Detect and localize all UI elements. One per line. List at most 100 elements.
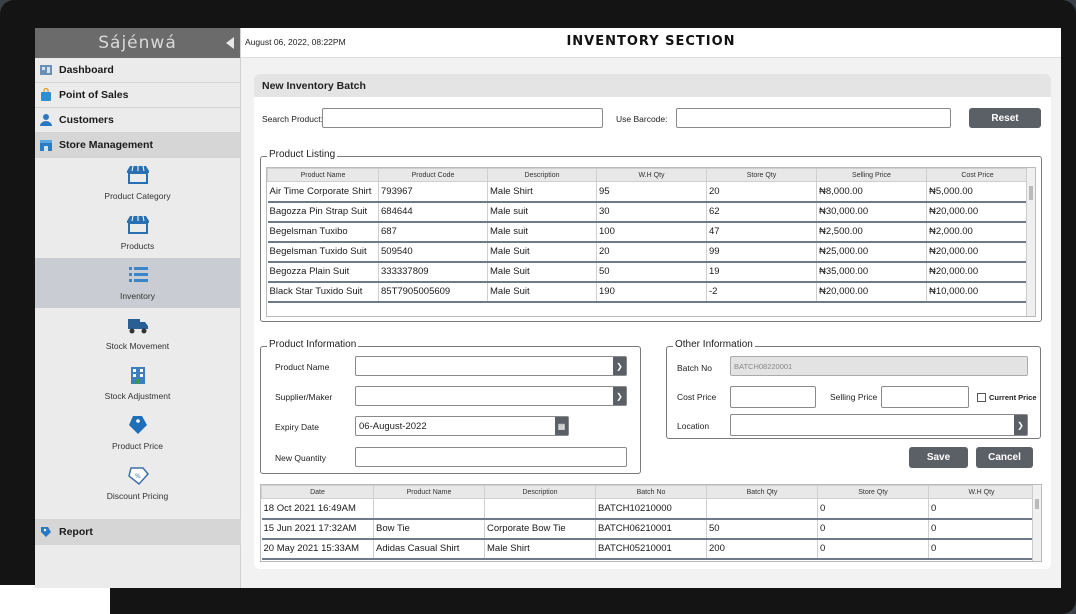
- column-header[interactable]: Store Qty: [706, 168, 817, 182]
- listing-scrollbar[interactable]: [1026, 168, 1035, 316]
- supplier-select[interactable]: ❯: [355, 386, 627, 406]
- storefront-icon: [126, 165, 149, 184]
- sidebar-subitem-product-category[interactable]: Product Category: [35, 158, 240, 208]
- chevron-down-icon: ❯: [613, 357, 626, 375]
- truck-icon: [127, 319, 148, 334]
- product-listing-row[interactable]: Bagozza Pin Strap Suit 684644 Male suit 30 6…: [267, 201, 1029, 223]
- table-cell: ₦5,000.00: [926, 181, 1029, 203]
- column-header[interactable]: W.H Qty: [596, 168, 707, 182]
- table-cell: 15 Jun 2021 17:32AM: [261, 518, 374, 540]
- table-cell: ₦25,000.00: [816, 241, 927, 263]
- table-cell: BATCH06210001: [595, 518, 707, 540]
- search-product-input[interactable]: [322, 108, 603, 128]
- table-cell: ₦20,000.00: [926, 261, 1029, 283]
- header-bar: INVENTORY SECTION August 06, 2022, 08:22…: [241, 28, 1061, 58]
- supplier-label: Supplier/Maker: [275, 392, 333, 402]
- column-header[interactable]: Batch Qty: [706, 485, 818, 499]
- table-cell: Adidas Casual Shirt: [373, 538, 485, 560]
- sidebar-item-store-management[interactable]: Store Management: [35, 133, 240, 158]
- column-header[interactable]: Product Name: [373, 485, 485, 499]
- batch-history-row[interactable]: 18 Oct 2021 16:49AM BATCH10210000 0 0: [261, 498, 1035, 520]
- sidebar-subitem-label: Discount Pricing: [106, 491, 169, 501]
- history-scrollbar[interactable]: [1032, 485, 1041, 561]
- column-header[interactable]: Batch No: [595, 485, 707, 499]
- sidebar-item-customers[interactable]: Customers: [35, 108, 240, 133]
- product-listing-row[interactable]: Begozza Plain Suit 333337809 Male Suit 50 19…: [267, 261, 1029, 283]
- sidebar-item-label: Store Management: [59, 139, 153, 151]
- product-listing-row[interactable]: Black Star Tuxido Suit 85T7905005609 Male …: [267, 281, 1029, 303]
- new-quantity-input[interactable]: [355, 447, 627, 467]
- table-cell: 20: [706, 181, 817, 203]
- table-cell: Male Suit: [487, 261, 597, 283]
- expiry-date-picker[interactable]: 06-August-2022 ▦: [355, 416, 569, 436]
- batch-history-row[interactable]: 15 Jun 2021 17:32AM Bow Tie Corporate Bow …: [261, 518, 1035, 540]
- table-cell: ₦10,000.00: [926, 281, 1029, 303]
- table-cell: 0: [928, 538, 1035, 560]
- page-title: INVENTORY SECTION: [566, 34, 736, 49]
- product-name-select[interactable]: ❯: [355, 356, 627, 376]
- product-listing-row[interactable]: Air Time Corporate Shirt 793967 Male Shirt…: [267, 181, 1029, 203]
- table-cell: 20 May 2021 15:33AM: [261, 538, 374, 560]
- product-information-legend: Product Information: [267, 339, 359, 350]
- current-price-checkbox[interactable]: [977, 393, 986, 402]
- column-header[interactable]: Cost Price: [926, 168, 1029, 182]
- sidebar-item-dashboard[interactable]: Dashboard: [35, 58, 240, 83]
- column-header[interactable]: Product Name: [267, 168, 379, 182]
- batch-no-label: Batch No: [677, 363, 712, 373]
- product-listing-row[interactable]: Begelsman Tuxibo 687 Male suit 100 47 ₦2,500.…: [267, 221, 1029, 243]
- sidebar-subitem-product-price[interactable]: Product Price: [35, 408, 240, 458]
- save-button[interactable]: Save: [909, 447, 968, 468]
- app-window: Sájénwá Dashboard Point of Sales Custome…: [35, 28, 1061, 588]
- sidebar-subitem-stock-movement[interactable]: Stock Movement: [35, 308, 240, 358]
- location-select[interactable]: ❯: [730, 414, 1028, 436]
- batch-no-value: BATCH08220001: [734, 361, 793, 371]
- table-cell: 47: [706, 221, 817, 243]
- batch-history-row[interactable]: 20 May 2021 15:33AM Adidas Casual Shirt Ma…: [261, 538, 1035, 560]
- table-cell: 99: [706, 241, 817, 263]
- reset-button[interactable]: Reset: [969, 108, 1041, 128]
- table-cell: Air Time Corporate Shirt: [267, 181, 379, 203]
- collapse-sidebar-icon[interactable]: [226, 37, 234, 49]
- sidebar-item-point-of-sales[interactable]: Point of Sales: [35, 83, 240, 108]
- sidebar: Sájénwá Dashboard Point of Sales Custome…: [35, 28, 241, 588]
- barcode-input[interactable]: [676, 108, 951, 128]
- table-cell: 190: [596, 281, 707, 303]
- column-header[interactable]: W.H Qty: [928, 485, 1035, 499]
- column-header[interactable]: Product Code: [378, 168, 488, 182]
- table-cell: 684644: [378, 201, 488, 223]
- table-cell: Male suit: [487, 221, 597, 243]
- column-header[interactable]: Selling Price: [816, 168, 927, 182]
- calendar-icon[interactable]: ▦: [555, 417, 568, 435]
- store-icon: [40, 140, 52, 151]
- column-header[interactable]: Store Qty: [817, 485, 929, 499]
- table-cell: BATCH10210000: [595, 498, 707, 520]
- table-cell: ₦20,000.00: [926, 241, 1029, 263]
- report-icon: [41, 527, 51, 537]
- cost-price-input[interactable]: [730, 386, 816, 408]
- new-quantity-label: New Quantity: [275, 453, 327, 463]
- discount-tag-icon: %: [127, 467, 149, 485]
- search-product-label: Search Product:: [262, 114, 323, 124]
- product-listing-row[interactable]: Begelsman Tuxido Suit 509540 Male Suit 20 99…: [267, 241, 1029, 263]
- batch-history-table-wrap: Date Product Name Description Batch No Batch…: [260, 484, 1042, 562]
- table-cell: 62: [706, 201, 817, 223]
- other-information-legend: Other Information: [673, 339, 755, 350]
- product-listing-table: Product Name Product Code Description W.H Q…: [267, 168, 1029, 303]
- table-cell: 333337809: [378, 261, 488, 283]
- sidebar-item-label: Report: [59, 526, 93, 538]
- sidebar-subitem-stock-adjustment[interactable]: Stock Adjustment: [35, 358, 240, 408]
- table-cell: Bow Tie: [373, 518, 485, 540]
- column-header[interactable]: Description: [487, 168, 597, 182]
- table-cell: Begelsman Tuxido Suit: [267, 241, 379, 263]
- sidebar-subitem-discount-pricing[interactable]: % Discount Pricing: [35, 458, 240, 508]
- cancel-button[interactable]: Cancel: [976, 447, 1033, 468]
- table-cell: 50: [706, 518, 818, 540]
- column-header[interactable]: Date: [261, 485, 374, 499]
- barcode-label: Use Barcode:: [616, 114, 668, 124]
- sidebar-item-report[interactable]: Report: [35, 519, 241, 545]
- selling-price-input[interactable]: [881, 386, 969, 408]
- column-header[interactable]: Description: [484, 485, 596, 499]
- sidebar-subitem-products[interactable]: Products: [35, 208, 240, 258]
- table-cell: Male Suit: [487, 241, 597, 263]
- sidebar-subitem-inventory[interactable]: Inventory: [35, 258, 240, 308]
